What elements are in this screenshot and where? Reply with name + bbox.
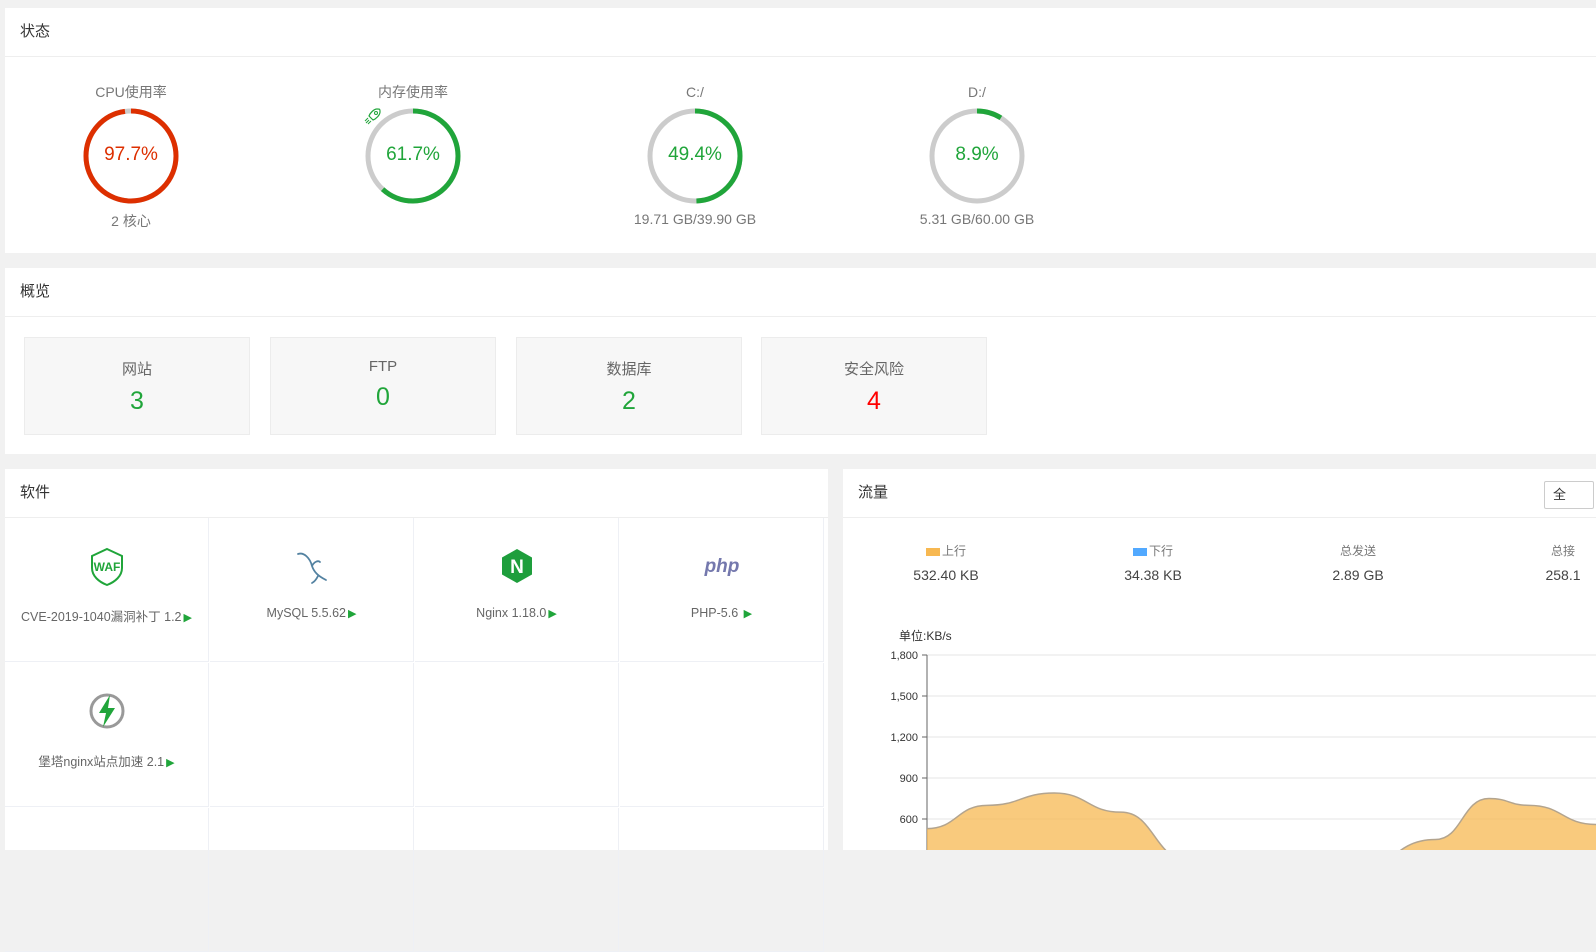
overview-databases[interactable]: 数据库 2 (516, 337, 742, 435)
overview-label: FTP (368, 358, 398, 375)
gauge-ring: 97.7% (81, 106, 181, 206)
overview-panel: 概览 网站 3 FTP 0 数据库 2 安全风险 4 (5, 268, 1596, 454)
gauge-ring: 49.4% (645, 106, 745, 206)
software-empty-cell (415, 663, 619, 807)
traffic-total-sent-stat: 总发送 2.89 GB (1278, 543, 1438, 583)
overview-websites[interactable]: 网站 3 (24, 337, 250, 435)
gauge-value: 61.7% (386, 144, 440, 165)
gauge-value: 97.7% (104, 144, 158, 165)
software-empty-cell (210, 663, 414, 807)
software-item-label: Nginx 1.18.0 ▶ (476, 606, 557, 620)
gauge-label: CPU使用率 (95, 84, 167, 100)
gauge-subtext: 19.71 GB/39.90 GB (633, 211, 757, 227)
gauge-subtext: 2 核心 (111, 213, 151, 229)
gauge-label: D:/ (968, 84, 986, 100)
mysql-icon (297, 552, 327, 584)
overview-security-risk[interactable]: 安全风险 4 (761, 337, 987, 435)
gauge-subtext: 5.31 GB/60.00 GB (919, 211, 1035, 227)
traffic-stat-label: 总接 (1550, 544, 1575, 558)
chart-tick-label: 1,200 (890, 732, 918, 744)
gauge-label: C:/ (686, 84, 704, 100)
overview-count: 3 (130, 387, 144, 415)
chart-area-upload (927, 793, 1596, 850)
status-panel: 状态 CPU使用率 97.7% 2 核心 内存使用率 61.7% C:/ 49.4% 19.7… (5, 8, 1596, 253)
chart-tick-label: 1,800 (890, 650, 918, 662)
software-item-label: PHP-5.6 ▶ (690, 606, 753, 620)
software-item-php[interactable]: php PHP-5.6 ▶ (620, 518, 824, 662)
rocket-icon (364, 108, 381, 125)
chart-tick-label: 1,500 (890, 691, 918, 703)
overview-count: 2 (622, 387, 636, 415)
gauge-3[interactable]: D:/ 8.9% 5.31 GB/60.00 GB (867, 82, 1087, 227)
chart-unit-label: 单位:KB/s (899, 629, 952, 643)
traffic-title: 流量 (843, 469, 1596, 518)
gauge-label: 内存使用率 (378, 84, 448, 100)
software-item-label: CVE-2019-1040漏洞补丁 1.2 ▶ (21, 610, 192, 624)
gauge-value: 8.9% (955, 144, 999, 165)
traffic-upload-stat: 上行 532.40 KB (866, 543, 1026, 583)
status-title: 状态 (5, 8, 1596, 57)
traffic-total-received-stat: 总接 258.1 (1483, 543, 1596, 583)
chart-tick-label: 600 (900, 814, 918, 826)
php-text: php (704, 556, 740, 577)
play-icon[interactable]: ▶ (548, 608, 556, 620)
software-item-label: MySQL 5.5.62 ▶ (266, 606, 357, 620)
gauge-2[interactable]: C:/ 49.4% 19.71 GB/39.90 GB (585, 82, 805, 227)
software-empty-cell (620, 663, 824, 807)
software-item-mysql[interactable]: MySQL 5.5.62 ▶ (210, 518, 414, 662)
lightning-icon (89, 693, 125, 729)
overview-label: 安全风险 (843, 361, 904, 378)
software-empty-cell (415, 808, 619, 952)
download-legend-swatch (1132, 547, 1147, 556)
software-empty-cell (210, 808, 414, 952)
overview-count: 4 (867, 387, 881, 415)
software-title: 软件 (5, 469, 828, 518)
traffic-chart: 1,800 1,500 1,200 900 600 (890, 650, 1596, 850)
traffic-filter-button[interactable]: 全 (1544, 481, 1594, 509)
overview-label: 数据库 (606, 361, 652, 378)
traffic-stat-label: 总发送 (1339, 544, 1376, 558)
play-icon[interactable]: ▶ (166, 757, 174, 769)
gauge-1[interactable]: 内存使用率 61.7% (303, 82, 523, 211)
software-empty-cell (5, 808, 209, 952)
software-item-nginx-accelerate[interactable]: 堡塔nginx站点加速 2.1 ▶ (5, 663, 209, 807)
gauge-value: 49.4% (668, 144, 722, 165)
software-item-nginx[interactable]: N Nginx 1.18.0 ▶ (415, 518, 619, 662)
upload-legend-swatch (925, 547, 940, 556)
traffic-panel: 流量 全 上行 532.40 KB 下行 34.38 KB 总发送 2.89 G… (843, 469, 1596, 850)
traffic-stat-value: 34.38 KB (1124, 567, 1182, 583)
gauge-ring: 8.9% (927, 106, 1027, 206)
traffic-stat-label: 上行 (941, 544, 966, 558)
software-item-cve-patch[interactable]: WAF CVE-2019-1040漏洞补丁 1.2 ▶ (5, 518, 209, 662)
overview-ftp[interactable]: FTP 0 (270, 337, 496, 435)
nginx-text: N (510, 557, 524, 578)
waf-text: WAF (94, 560, 121, 574)
chart-tick-label: 900 (900, 773, 918, 785)
software-item-label: 堡塔nginx站点加速 2.1 ▶ (38, 755, 175, 769)
traffic-download-stat: 下行 34.38 KB (1073, 543, 1233, 583)
overview-title: 概览 (5, 268, 1596, 317)
traffic-stat-value: 258.1 (1545, 567, 1581, 583)
traffic-stat-value: 532.40 KB (913, 567, 979, 583)
traffic-stat-label: 下行 (1148, 544, 1173, 558)
play-icon[interactable]: ▶ (744, 608, 752, 620)
gauge-0[interactable]: CPU使用率 97.7% 2 核心 (21, 82, 241, 231)
play-icon[interactable]: ▶ (348, 608, 356, 620)
overview-count: 0 (376, 383, 390, 411)
traffic-stat-value: 2.89 GB (1332, 567, 1384, 583)
software-empty-cell (620, 808, 824, 952)
waf-icon: WAF (91, 547, 123, 586)
nginx-icon: N (502, 549, 532, 583)
play-icon[interactable]: ▶ (184, 612, 192, 624)
gauge-ring: 61.7% (363, 106, 463, 206)
software-panel: 软件 WAF CVE-2019-1040漏洞补丁 1.2 ▶ MySQL 5.5.… (5, 469, 828, 952)
overview-label: 网站 (121, 361, 152, 378)
php-icon: php (704, 556, 740, 577)
